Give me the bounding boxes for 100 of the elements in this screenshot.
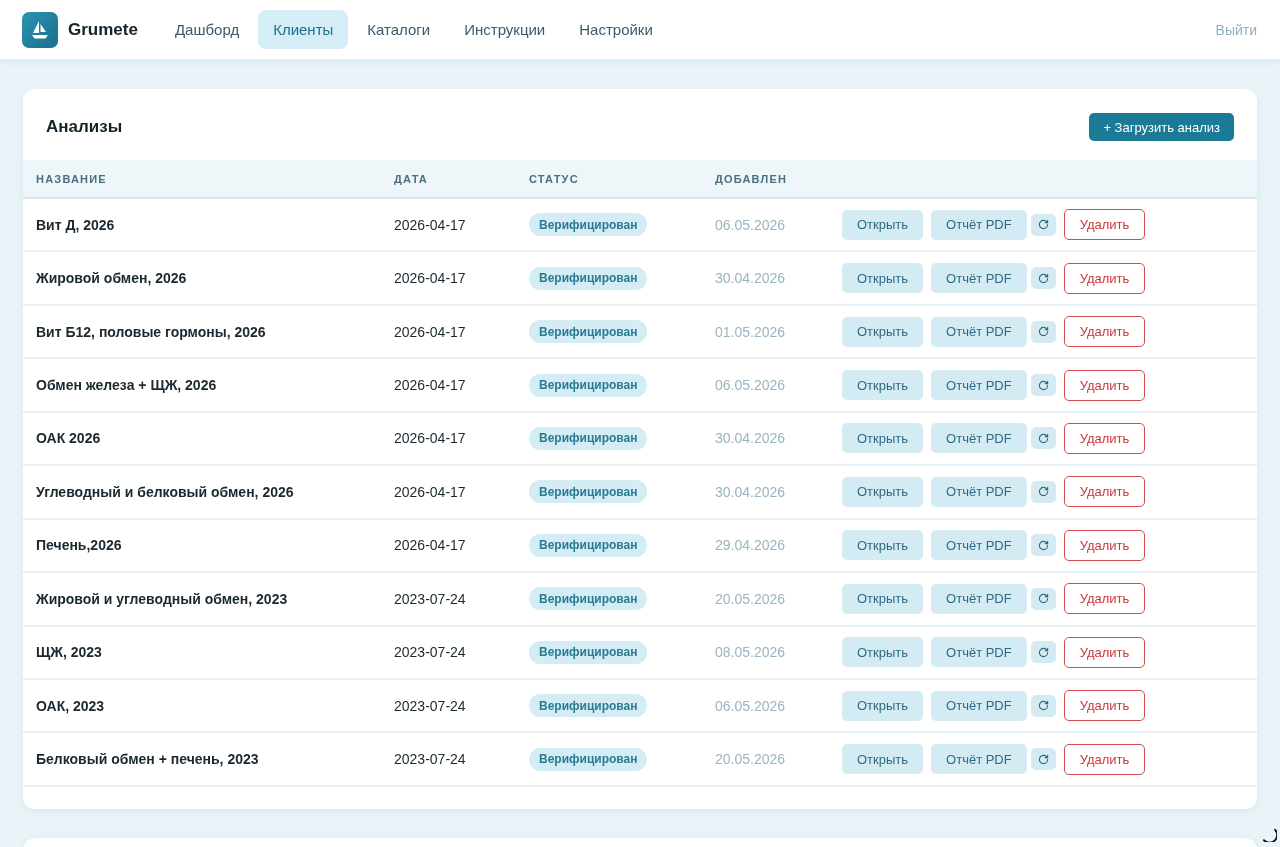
refresh-button[interactable]: [1030, 587, 1056, 610]
pdf-report-button[interactable]: Отчёт PDF: [931, 476, 1027, 507]
open-button[interactable]: Открыть: [842, 423, 924, 454]
status-badge: Верифицирован: [529, 533, 648, 557]
refresh-button[interactable]: [1030, 748, 1056, 771]
refresh-icon: [1037, 593, 1049, 605]
delete-button[interactable]: Удалить: [1063, 209, 1146, 241]
analysis-name: Жировой и углеводный обмен, 2023: [36, 590, 288, 607]
delete-button[interactable]: Удалить: [1063, 262, 1146, 294]
open-button[interactable]: Открыть: [842, 530, 924, 561]
open-button[interactable]: Открыть: [842, 583, 924, 614]
analysis-date: 2023-07-24: [394, 751, 466, 768]
open-button[interactable]: Открыть: [842, 690, 924, 721]
analysis-date: 2026-04-17: [394, 537, 466, 554]
open-button[interactable]: Открыть: [842, 209, 924, 240]
refresh-button[interactable]: [1030, 534, 1056, 557]
analysis-name: Обмен железа + ЩЖ, 2026: [36, 377, 217, 394]
card-title: Анализы: [46, 117, 123, 137]
added-date: 20.05.2026: [715, 751, 786, 768]
status-badge: Верифицирован: [529, 426, 648, 450]
pdf-report-button[interactable]: Отчёт PDF: [931, 744, 1027, 775]
added-date: 06.05.2026: [715, 697, 786, 714]
delete-button[interactable]: Удалить: [1063, 476, 1146, 508]
added-date: 30.04.2026: [715, 270, 786, 287]
analysis-name: Вит Д, 2026: [36, 216, 115, 233]
pdf-report-button[interactable]: Отчёт PDF: [931, 423, 1027, 454]
analysis-date: 2026-04-17: [394, 430, 466, 447]
delete-button[interactable]: Удалить: [1063, 316, 1146, 348]
added-date: 06.05.2026: [715, 377, 786, 394]
delete-button[interactable]: Удалить: [1063, 529, 1146, 561]
analysis-name: Вит Б12, половые гормоны, 2026: [36, 323, 266, 340]
delete-button[interactable]: Удалить: [1063, 743, 1146, 775]
analysis-date: 2023-07-24: [394, 644, 466, 661]
refresh-button[interactable]: [1030, 427, 1056, 450]
analysis-name: Жировой обмен, 2026: [36, 270, 187, 287]
column-header: ДАТА: [394, 172, 428, 185]
analysis-date: 2026-04-17: [394, 377, 466, 394]
analysis-date: 2026-04-17: [394, 270, 466, 287]
delete-button[interactable]: Удалить: [1063, 422, 1146, 454]
nav-tab[interactable]: Каталоги: [352, 10, 446, 49]
pdf-report-button[interactable]: Отчёт PDF: [931, 263, 1027, 294]
nav-tab[interactable]: Настройки: [564, 10, 668, 49]
added-date: 29.04.2026: [715, 537, 786, 554]
refresh-icon: [1037, 753, 1049, 765]
refresh-icon: [1037, 486, 1049, 498]
column-header: НАЗВАНИЕ: [36, 172, 107, 185]
refresh-button[interactable]: [1030, 374, 1056, 397]
analysis-name: ЩЖ, 2023: [36, 644, 102, 661]
added-date: 01.05.2026: [715, 323, 786, 340]
refresh-button[interactable]: [1030, 694, 1056, 717]
open-button[interactable]: Открыть: [842, 316, 924, 347]
pdf-report-button[interactable]: Отчёт PDF: [931, 637, 1027, 668]
refresh-icon: [1037, 326, 1049, 338]
analysis-name: ОАК, 2023: [36, 697, 105, 714]
status-badge: Верифицирован: [529, 480, 648, 504]
refresh-icon: [1037, 219, 1049, 231]
refresh-button[interactable]: [1030, 641, 1056, 664]
added-date: 08.05.2026: [715, 644, 786, 661]
refresh-button[interactable]: [1030, 213, 1056, 236]
delete-button[interactable]: Удалить: [1063, 690, 1146, 722]
analysis-name: Углеводный и белковый обмен, 2026: [36, 483, 294, 500]
status-badge: Верифицирован: [529, 320, 648, 344]
analysis-date: 2026-04-17: [394, 216, 466, 233]
pdf-report-button[interactable]: Отчёт PDF: [931, 530, 1027, 561]
nav-tab[interactable]: Дашборд: [159, 10, 255, 49]
pdf-report-button[interactable]: Отчёт PDF: [931, 370, 1027, 401]
analysis-name: Белковый обмен + печень, 2023: [36, 751, 259, 768]
pdf-report-button[interactable]: Отчёт PDF: [931, 209, 1027, 240]
status-badge: Верифицирован: [529, 747, 648, 771]
added-date: 06.05.2026: [715, 216, 786, 233]
open-button[interactable]: Открыть: [842, 370, 924, 401]
upload-button[interactable]: + Загрузить анализ: [1089, 113, 1234, 141]
open-button[interactable]: Открыть: [842, 476, 924, 507]
nav-tab[interactable]: Клиенты: [258, 10, 349, 49]
analysis-date: 2026-04-17: [394, 483, 466, 500]
open-button[interactable]: Открыть: [842, 263, 924, 294]
refresh-button[interactable]: [1030, 480, 1056, 503]
status-badge: Верифицирован: [529, 266, 648, 290]
refresh-button[interactable]: [1030, 320, 1056, 343]
status-badge: Верифицирован: [529, 694, 648, 718]
refresh-button[interactable]: [1030, 267, 1056, 290]
status-badge: Верифицирован: [529, 587, 648, 611]
delete-button[interactable]: Удалить: [1063, 369, 1146, 401]
analysis-date: 2023-07-24: [394, 697, 466, 714]
refresh-icon: [1037, 539, 1049, 551]
sailboat-icon: [22, 11, 58, 48]
open-button[interactable]: Открыть: [842, 744, 924, 775]
delete-button[interactable]: Удалить: [1063, 583, 1146, 615]
pdf-report-button[interactable]: Отчёт PDF: [931, 316, 1027, 347]
pdf-report-button[interactable]: Отчёт PDF: [931, 690, 1027, 721]
added-date: 20.05.2026: [715, 590, 786, 607]
refresh-icon: [1037, 646, 1049, 658]
added-date: 30.04.2026: [715, 430, 786, 447]
status-badge: Верифицирован: [529, 373, 648, 397]
pdf-report-button[interactable]: Отчёт PDF: [931, 583, 1027, 614]
open-button[interactable]: Открыть: [842, 637, 924, 668]
nav-tab[interactable]: Инструкции: [449, 10, 561, 49]
status-badge: Верифицирован: [529, 213, 648, 237]
delete-button[interactable]: Удалить: [1063, 636, 1146, 668]
analysis-date: 2023-07-24: [394, 590, 466, 607]
